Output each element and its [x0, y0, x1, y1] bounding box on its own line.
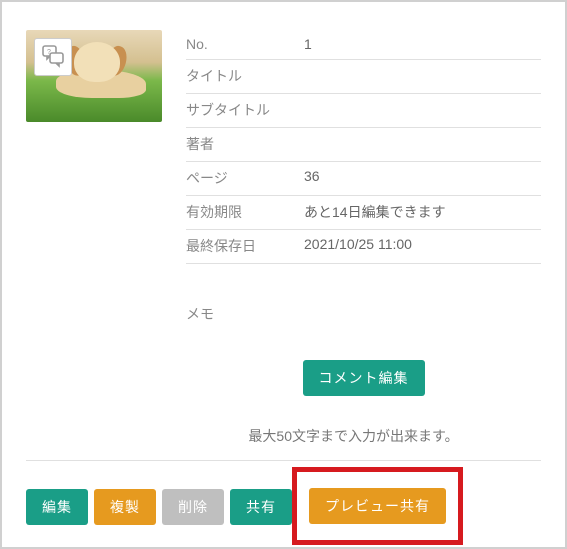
detail-label: 最終保存日 [186, 236, 304, 256]
detail-value: あと14日編集できます [304, 202, 446, 222]
memo-label: メモ [186, 304, 541, 324]
detail-label: ページ [186, 168, 304, 188]
card-container: ? No. 1 タイトル サブタイトル 著者 [0, 0, 567, 549]
detail-row-last-saved: 最終保存日 2021/10/25 11:00 [186, 230, 541, 264]
main-row: ? No. 1 タイトル サブタイトル 著者 [26, 30, 541, 446]
detail-label: 著者 [186, 134, 304, 154]
detail-row-subtitle: サブタイトル [186, 94, 541, 128]
hint-text: 最大50文字まで入力が出来ます。 [248, 428, 458, 444]
memo-section: メモ [186, 304, 541, 324]
detail-label: サブタイトル [186, 100, 304, 120]
detail-row-expiry: 有効期限 あと14日編集できます [186, 196, 541, 230]
detail-row-author: 著者 [186, 128, 541, 162]
detail-value: 36 [304, 168, 320, 188]
speech-balloon-swap-icon: ? [41, 44, 65, 71]
duplicate-button[interactable]: 複製 [94, 489, 156, 525]
details-table: No. 1 タイトル サブタイトル 著者 ページ 36 有効期限 あと14日編 [186, 30, 541, 446]
thumbnail: ? [26, 30, 162, 122]
preview-share-button[interactable]: プレビュー共有 [309, 488, 446, 524]
detail-label: No. [186, 36, 304, 52]
detail-value: 2021/10/25 11:00 [304, 236, 412, 256]
hint-row: 最大50文字まで入力が出来ます。 [186, 426, 541, 446]
comment-edit-button[interactable]: コメント編集 [303, 360, 425, 396]
edit-button[interactable]: 編集 [26, 489, 88, 525]
comment-edit-row: コメント編集 [186, 360, 541, 396]
share-button[interactable]: 共有 [230, 489, 292, 525]
detail-row-page: ページ 36 [186, 162, 541, 196]
highlight-box: プレビュー共有 [292, 467, 463, 545]
detail-row-no: No. 1 [186, 30, 541, 60]
detail-label: タイトル [186, 66, 304, 86]
detail-value: 1 [304, 36, 312, 52]
speech-balloon-swap-button[interactable]: ? [34, 38, 72, 76]
detail-label: 有効期限 [186, 202, 304, 222]
actions-bar: 編集 複製 削除 共有 プレビュー共有 [26, 460, 541, 535]
delete-button[interactable]: 削除 [162, 489, 224, 525]
detail-row-title: タイトル [186, 60, 541, 94]
